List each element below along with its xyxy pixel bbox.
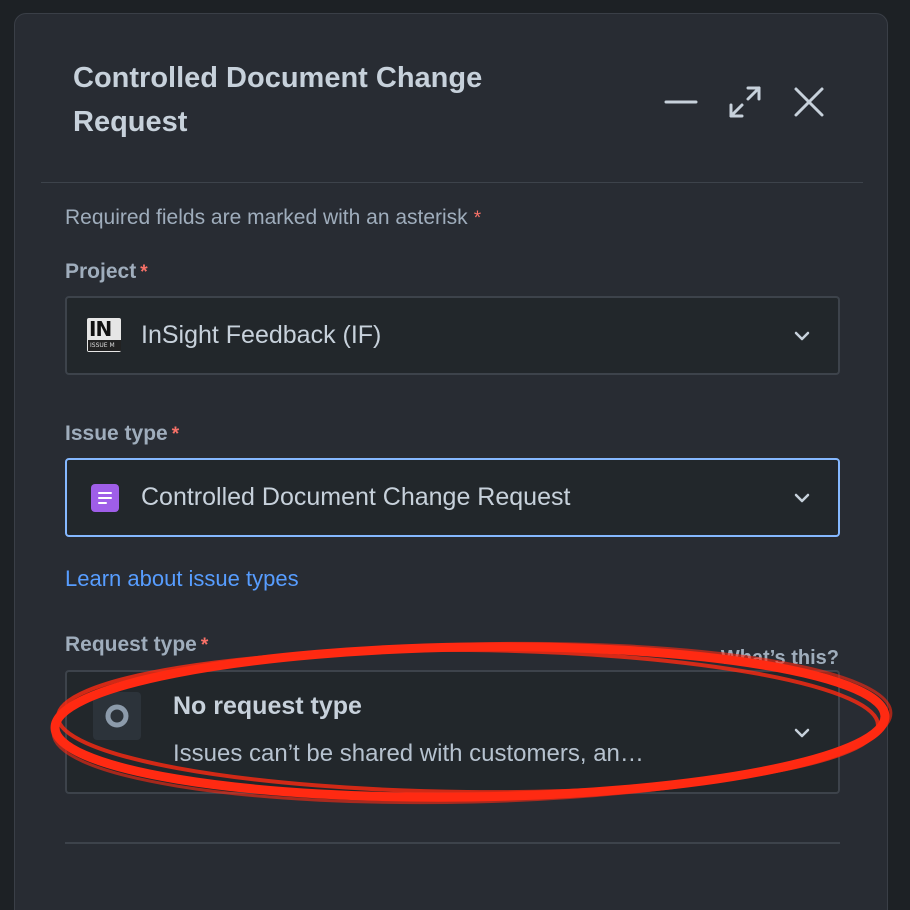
- no-request-type-icon: [105, 704, 129, 728]
- chevron-down-icon: [794, 493, 810, 503]
- request-type-title: No request type: [173, 692, 362, 720]
- dialog-title: Controlled Document Change Request: [73, 62, 483, 138]
- whats-this-link[interactable]: What’s this?: [721, 644, 839, 672]
- issue-type-label-text: Issue type: [65, 422, 168, 445]
- project-label-text: Project: [65, 260, 137, 283]
- minimize-icon: [664, 100, 698, 104]
- required-asterisk: *: [473, 208, 482, 229]
- required-fields-note: Required fields are marked with an aster…: [65, 204, 481, 233]
- chevron-down-icon: [794, 728, 810, 738]
- document-icon: [91, 484, 119, 512]
- project-required-asterisk: *: [140, 262, 148, 283]
- chevron-down-icon: [794, 331, 810, 341]
- request-type-avatar: [93, 692, 141, 740]
- issue-type-required-asterisk: *: [171, 424, 180, 445]
- minimize-button[interactable]: [659, 80, 703, 124]
- project-avatar: IN ISSUE M: [87, 318, 121, 352]
- request-type-description: Issues can’t be shared with customers, a…: [173, 740, 644, 767]
- expand-button[interactable]: [723, 80, 767, 124]
- request-type-label: Request type *: [65, 631, 208, 660]
- project-label: Project *: [65, 258, 148, 287]
- issue-type-label: Issue type *: [65, 420, 179, 449]
- request-type-select[interactable]: No request type Issues can’t be shared w…: [65, 670, 840, 794]
- section-divider: [65, 842, 840, 844]
- close-icon: [794, 87, 824, 117]
- issue-type-value: Controlled Document Change Request: [141, 483, 571, 511]
- required-note-text: Required fields are marked with an aster…: [65, 206, 468, 229]
- learn-issue-types-link[interactable]: Learn about issue types: [65, 564, 299, 594]
- expand-icon: [729, 86, 761, 118]
- project-value: InSight Feedback (IF): [141, 321, 382, 349]
- issue-type-select[interactable]: Controlled Document Change Request: [65, 458, 840, 537]
- request-type-label-text: Request type: [65, 633, 197, 656]
- request-type-required-asterisk: *: [200, 635, 209, 656]
- project-avatar-text: IN: [89, 318, 112, 341]
- header-divider: [41, 182, 863, 183]
- create-issue-dialog: Controlled Document Change Request Requi…: [14, 13, 888, 910]
- project-select[interactable]: IN ISSUE M InSight Feedback (IF): [65, 296, 840, 375]
- close-button[interactable]: [787, 80, 831, 124]
- project-avatar-subtext: ISSUE M: [88, 340, 121, 351]
